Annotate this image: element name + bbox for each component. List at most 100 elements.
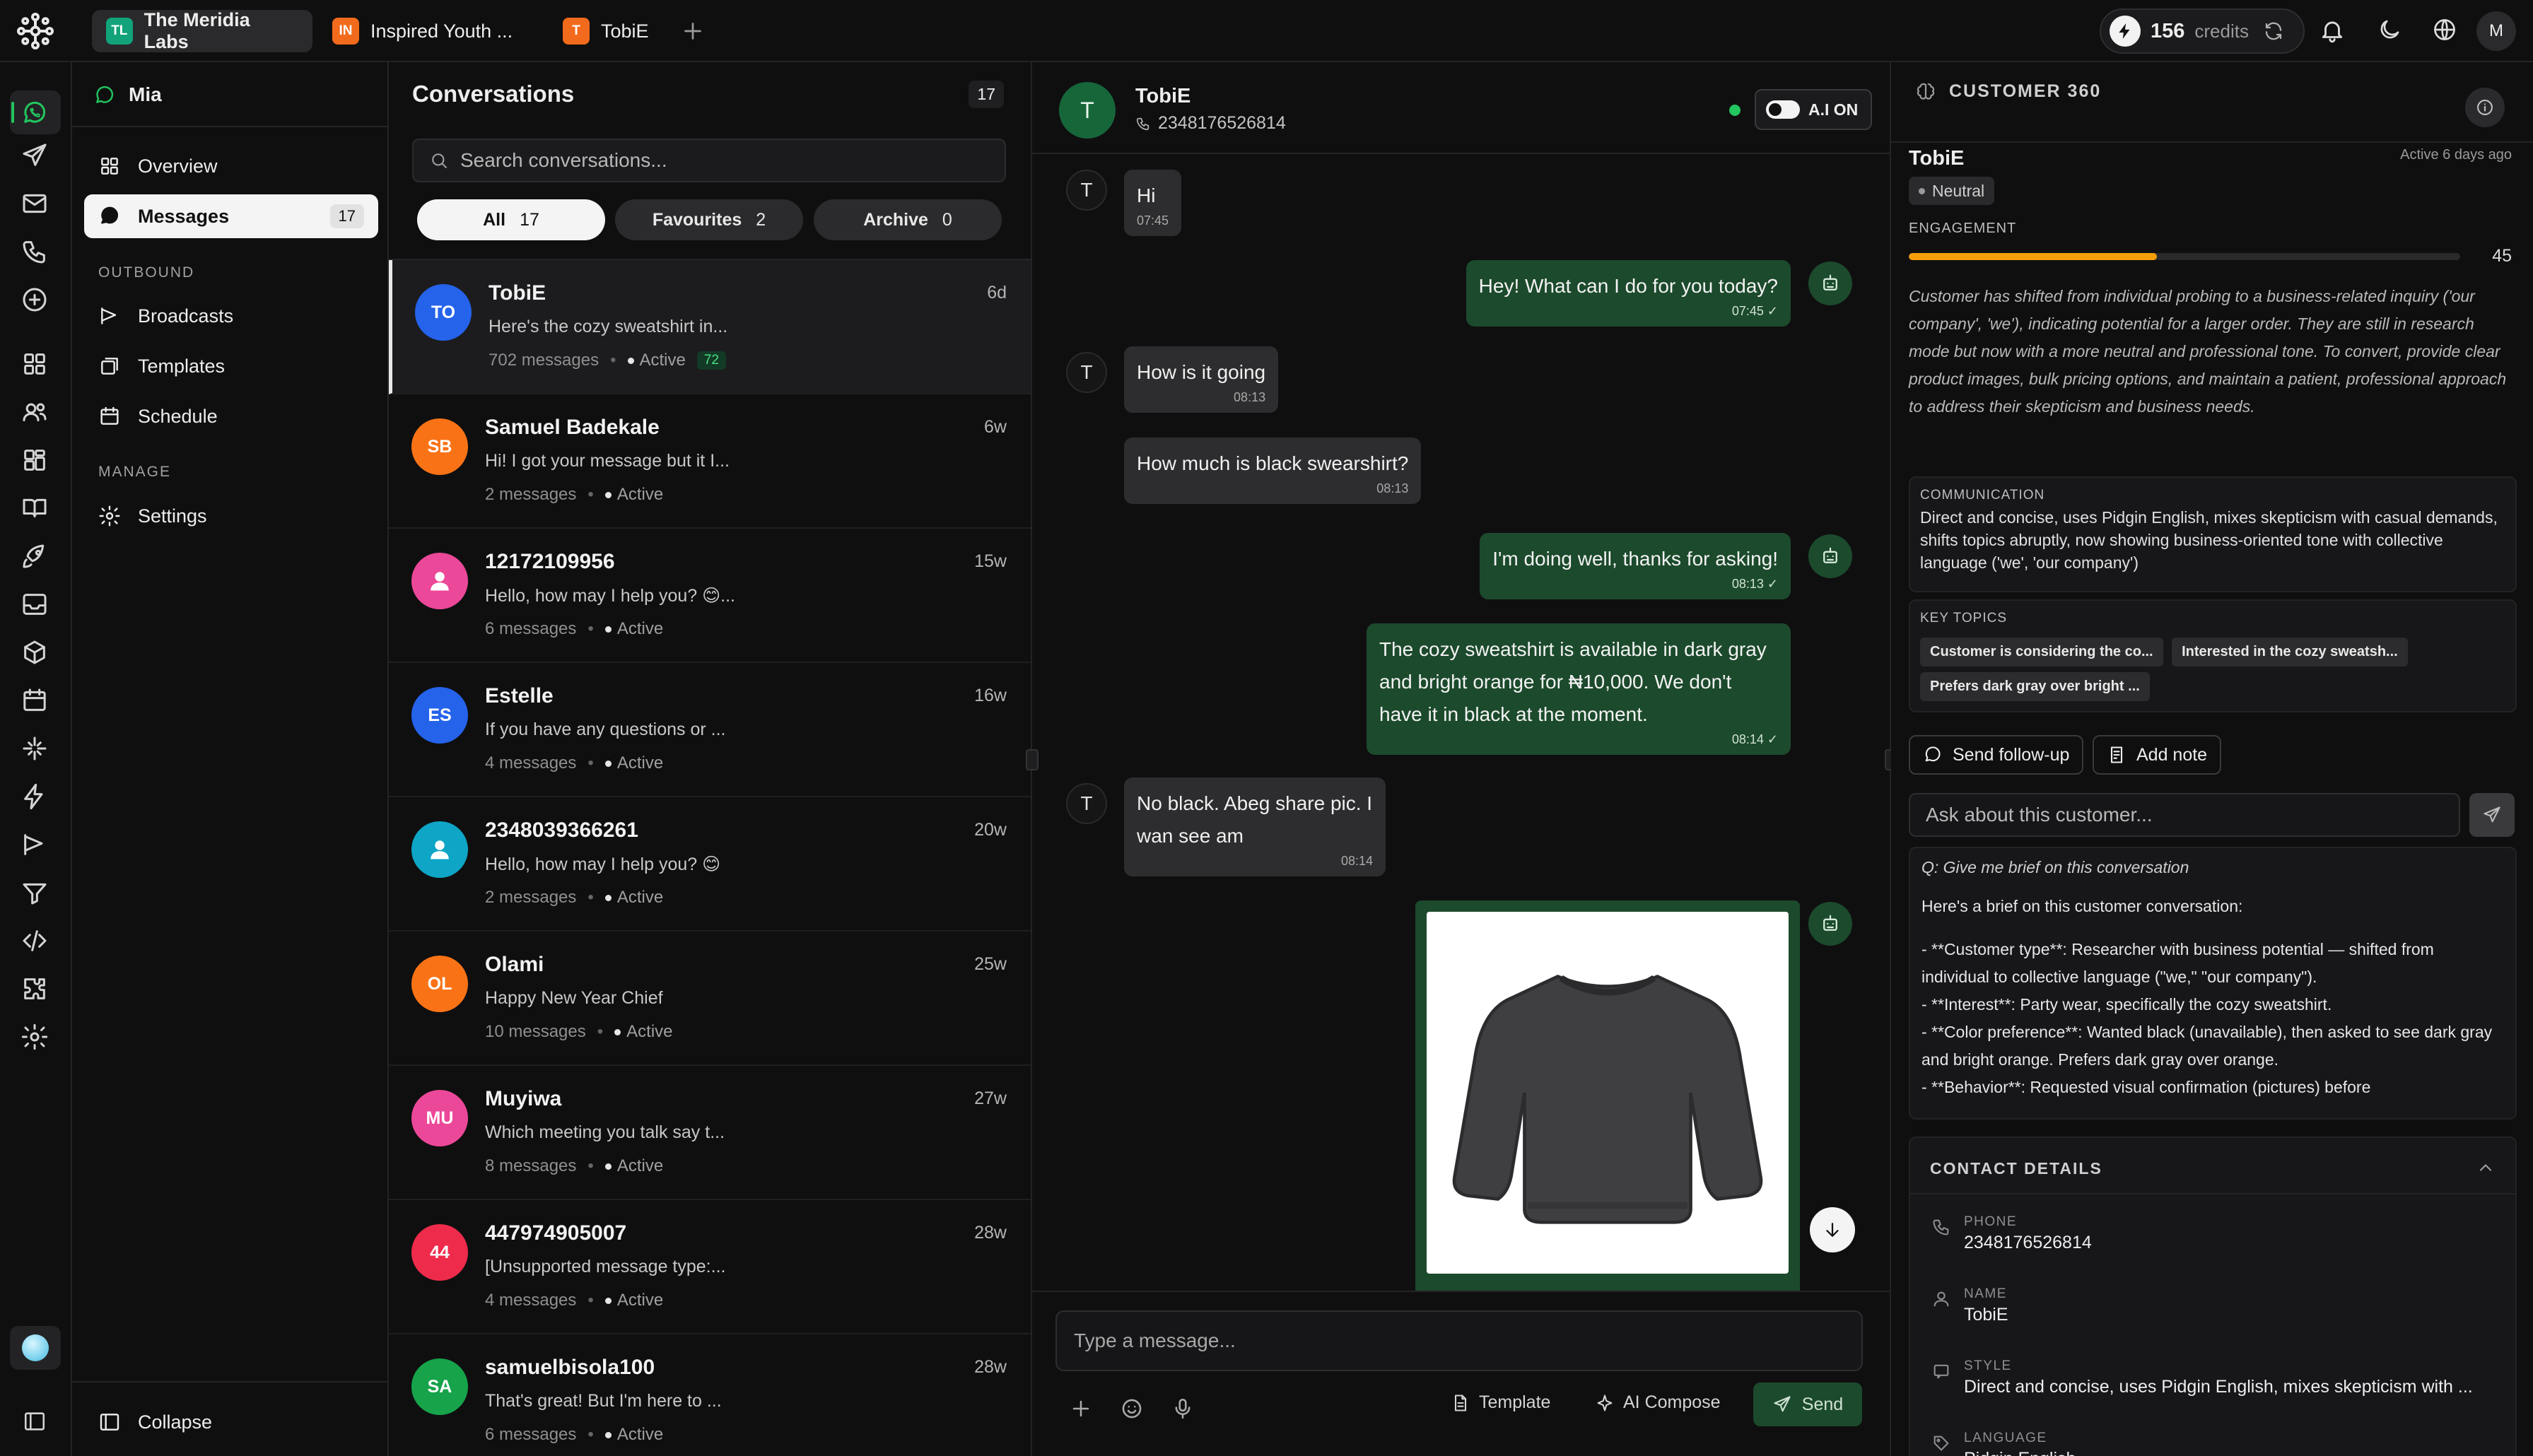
grid-icon[interactable] bbox=[21, 350, 49, 378]
contact-field-value[interactable]: Pidgin English bbox=[1964, 1449, 2076, 1456]
tag-icon bbox=[1931, 1433, 1951, 1453]
gear-icon[interactable] bbox=[21, 1023, 49, 1051]
conversation-item[interactable]: OL Olami 25w Happy New Year Chief 10 message… bbox=[389, 932, 1031, 1066]
conversation-item[interactable]: 44 447974905007 28w [Unsupported message ty… bbox=[389, 1200, 1031, 1334]
phone-call-icon[interactable] bbox=[21, 237, 49, 266]
nav-item-overview[interactable]: Overview bbox=[84, 144, 378, 188]
collapse-button[interactable]: Collapse bbox=[84, 1400, 378, 1444]
ask-customer-input[interactable]: Ask about this customer... bbox=[1909, 793, 2460, 837]
filter-tab-archive[interactable]: Archive 0 bbox=[814, 199, 1002, 240]
conversation-item[interactable]: SB Samuel Badekale 6w Hi! I got your messag… bbox=[389, 394, 1031, 529]
conversation-meta: 10 messages • Active bbox=[485, 1022, 673, 1042]
inbox-icon[interactable] bbox=[21, 590, 49, 618]
conversation-item[interactable]: TO TobiE 6d Here's the cozy sweatshirt in..… bbox=[389, 260, 1031, 394]
topic-chip[interactable]: Customer is considering the co... bbox=[1920, 638, 2163, 667]
emoji-icon[interactable] bbox=[1120, 1397, 1144, 1421]
box-icon[interactable] bbox=[21, 638, 49, 667]
workspace-tab-meridia[interactable]: TL The Meridia Labs bbox=[92, 9, 312, 52]
conversation-item[interactable]: ES Estelle 16w If you have any questions or… bbox=[389, 663, 1031, 797]
user-avatar[interactable]: M bbox=[2476, 11, 2516, 51]
resize-handle[interactable] bbox=[1026, 749, 1039, 770]
workspace-tab-inspired-youth[interactable]: IN Inspired Youth ... bbox=[318, 10, 537, 52]
conversation-item[interactable]: 2348039366261 20w Hello, how may I help yo… bbox=[389, 797, 1031, 932]
message-text: Hi bbox=[1137, 184, 1156, 206]
ai-compose-button[interactable]: AI Compose bbox=[1595, 1392, 1721, 1413]
conversation-preview: Which meeting you talk say t... bbox=[485, 1122, 725, 1142]
rocket-icon[interactable] bbox=[21, 542, 49, 570]
search-input[interactable]: Search conversations... bbox=[412, 139, 1006, 182]
flag-send-icon[interactable] bbox=[21, 830, 49, 859]
conversation-meta: 4 messages • Active bbox=[485, 753, 663, 773]
status: Active bbox=[614, 1022, 673, 1042]
message-input[interactable]: Type a message... bbox=[1055, 1310, 1863, 1371]
status: Active bbox=[604, 1425, 663, 1445]
filter-tab-all[interactable]: All 17 bbox=[417, 199, 605, 240]
topic-chip[interactable]: Prefers dark gray over bright ... bbox=[1920, 672, 2150, 701]
book-icon[interactable] bbox=[21, 494, 49, 522]
separator-dot: • bbox=[587, 1291, 594, 1310]
message-time: 08:13 bbox=[1376, 481, 1409, 495]
chat-icon bbox=[1923, 745, 1943, 765]
conversation-item[interactable]: SA samuelbisola100 28w That's great! But I'… bbox=[389, 1334, 1031, 1456]
nav-item-messages[interactable]: Messages 17 bbox=[84, 194, 378, 238]
send-button[interactable]: Send bbox=[1753, 1382, 1862, 1426]
answer-line: - **Interest**: Party wear, specifically… bbox=[1921, 995, 2332, 1014]
user-icon bbox=[1931, 1289, 1951, 1309]
conversation-item[interactable]: 12172109956 15w Hello, how may I help you?… bbox=[389, 529, 1031, 663]
conversation-avatar: OL bbox=[411, 956, 468, 1012]
nav-item-templates[interactable]: Templates bbox=[84, 344, 378, 388]
nav-item-schedule[interactable]: Schedule bbox=[84, 394, 378, 438]
add-circle-icon[interactable] bbox=[21, 286, 49, 314]
ai-toggle[interactable]: A.I ON bbox=[1755, 89, 1872, 130]
topic-chip[interactable]: Interested in the cozy sweatsh... bbox=[2172, 638, 2408, 667]
contact-avatar[interactable]: T bbox=[1059, 82, 1116, 139]
credits-pill[interactable]: 156 credits bbox=[2100, 8, 2305, 54]
send-icon bbox=[1772, 1395, 1792, 1414]
sparkle-icon[interactable] bbox=[21, 734, 49, 763]
nav-item-broadcasts[interactable]: Broadcasts bbox=[84, 294, 378, 338]
bolt-icon[interactable] bbox=[21, 782, 49, 811]
send-follow-up-button[interactable]: Send follow-up bbox=[1909, 735, 2084, 775]
puzzle-icon[interactable] bbox=[21, 975, 49, 1003]
microphone-icon[interactable] bbox=[1171, 1397, 1195, 1421]
filter-icon[interactable] bbox=[21, 879, 49, 907]
conversation-item[interactable]: MU Muyiwa 27w Which meeting you talk say t.… bbox=[389, 1066, 1031, 1200]
workspace-tab-tobie[interactable]: T TobiE bbox=[549, 10, 676, 52]
nav-item-settings[interactable]: Settings bbox=[84, 494, 378, 538]
image-message[interactable] bbox=[1415, 900, 1800, 1291]
ask-send-button[interactable] bbox=[2469, 793, 2515, 837]
mail-icon[interactable] bbox=[21, 189, 49, 218]
conversation-preview: That's great! But I'm here to ... bbox=[485, 1391, 722, 1411]
send-icon[interactable] bbox=[21, 141, 49, 170]
scroll-down-button[interactable] bbox=[1810, 1207, 1855, 1252]
plus-icon[interactable] bbox=[1069, 1397, 1093, 1421]
calendar-icon[interactable] bbox=[21, 686, 49, 715]
filter-tab-favourites[interactable]: Favourites 2 bbox=[615, 199, 803, 240]
status-orb[interactable] bbox=[10, 1326, 61, 1370]
message-count: 4 messages bbox=[485, 753, 577, 773]
users-icon[interactable] bbox=[21, 398, 49, 426]
contact-field-value[interactable]: 2348176526814 bbox=[1964, 1233, 2092, 1253]
refresh-icon[interactable] bbox=[2263, 20, 2284, 42]
contact-field-value[interactable]: Direct and concise, uses Pidgin English,… bbox=[1964, 1377, 2473, 1397]
app-logo-icon[interactable] bbox=[14, 10, 57, 52]
apps-icon[interactable] bbox=[21, 446, 49, 474]
chevron-up-icon[interactable] bbox=[2476, 1158, 2496, 1178]
broadcast-icon bbox=[98, 305, 121, 327]
message-count: 6 messages bbox=[485, 1425, 577, 1444]
contact-field-value[interactable]: TobiE bbox=[1964, 1305, 2008, 1325]
add-note-button[interactable]: Add note bbox=[2093, 735, 2222, 775]
globe-icon[interactable] bbox=[2432, 17, 2457, 42]
message-time: 08:14 ✓ bbox=[1731, 732, 1778, 746]
code-icon[interactable] bbox=[21, 927, 49, 955]
moon-icon[interactable] bbox=[2377, 17, 2402, 42]
bell-icon[interactable] bbox=[2319, 17, 2346, 44]
nav-item-label: Messages bbox=[138, 205, 230, 227]
template-button[interactable]: Template bbox=[1451, 1392, 1550, 1413]
whatsapp-icon bbox=[93, 83, 116, 106]
sidebar-toggle-icon[interactable] bbox=[23, 1409, 47, 1433]
add-workspace-icon[interactable] bbox=[680, 18, 706, 44]
communication-card: COMMUNICATION Direct and concise, uses P… bbox=[1909, 476, 2517, 592]
info-button[interactable] bbox=[2465, 88, 2505, 127]
icon-rail bbox=[0, 62, 72, 1456]
